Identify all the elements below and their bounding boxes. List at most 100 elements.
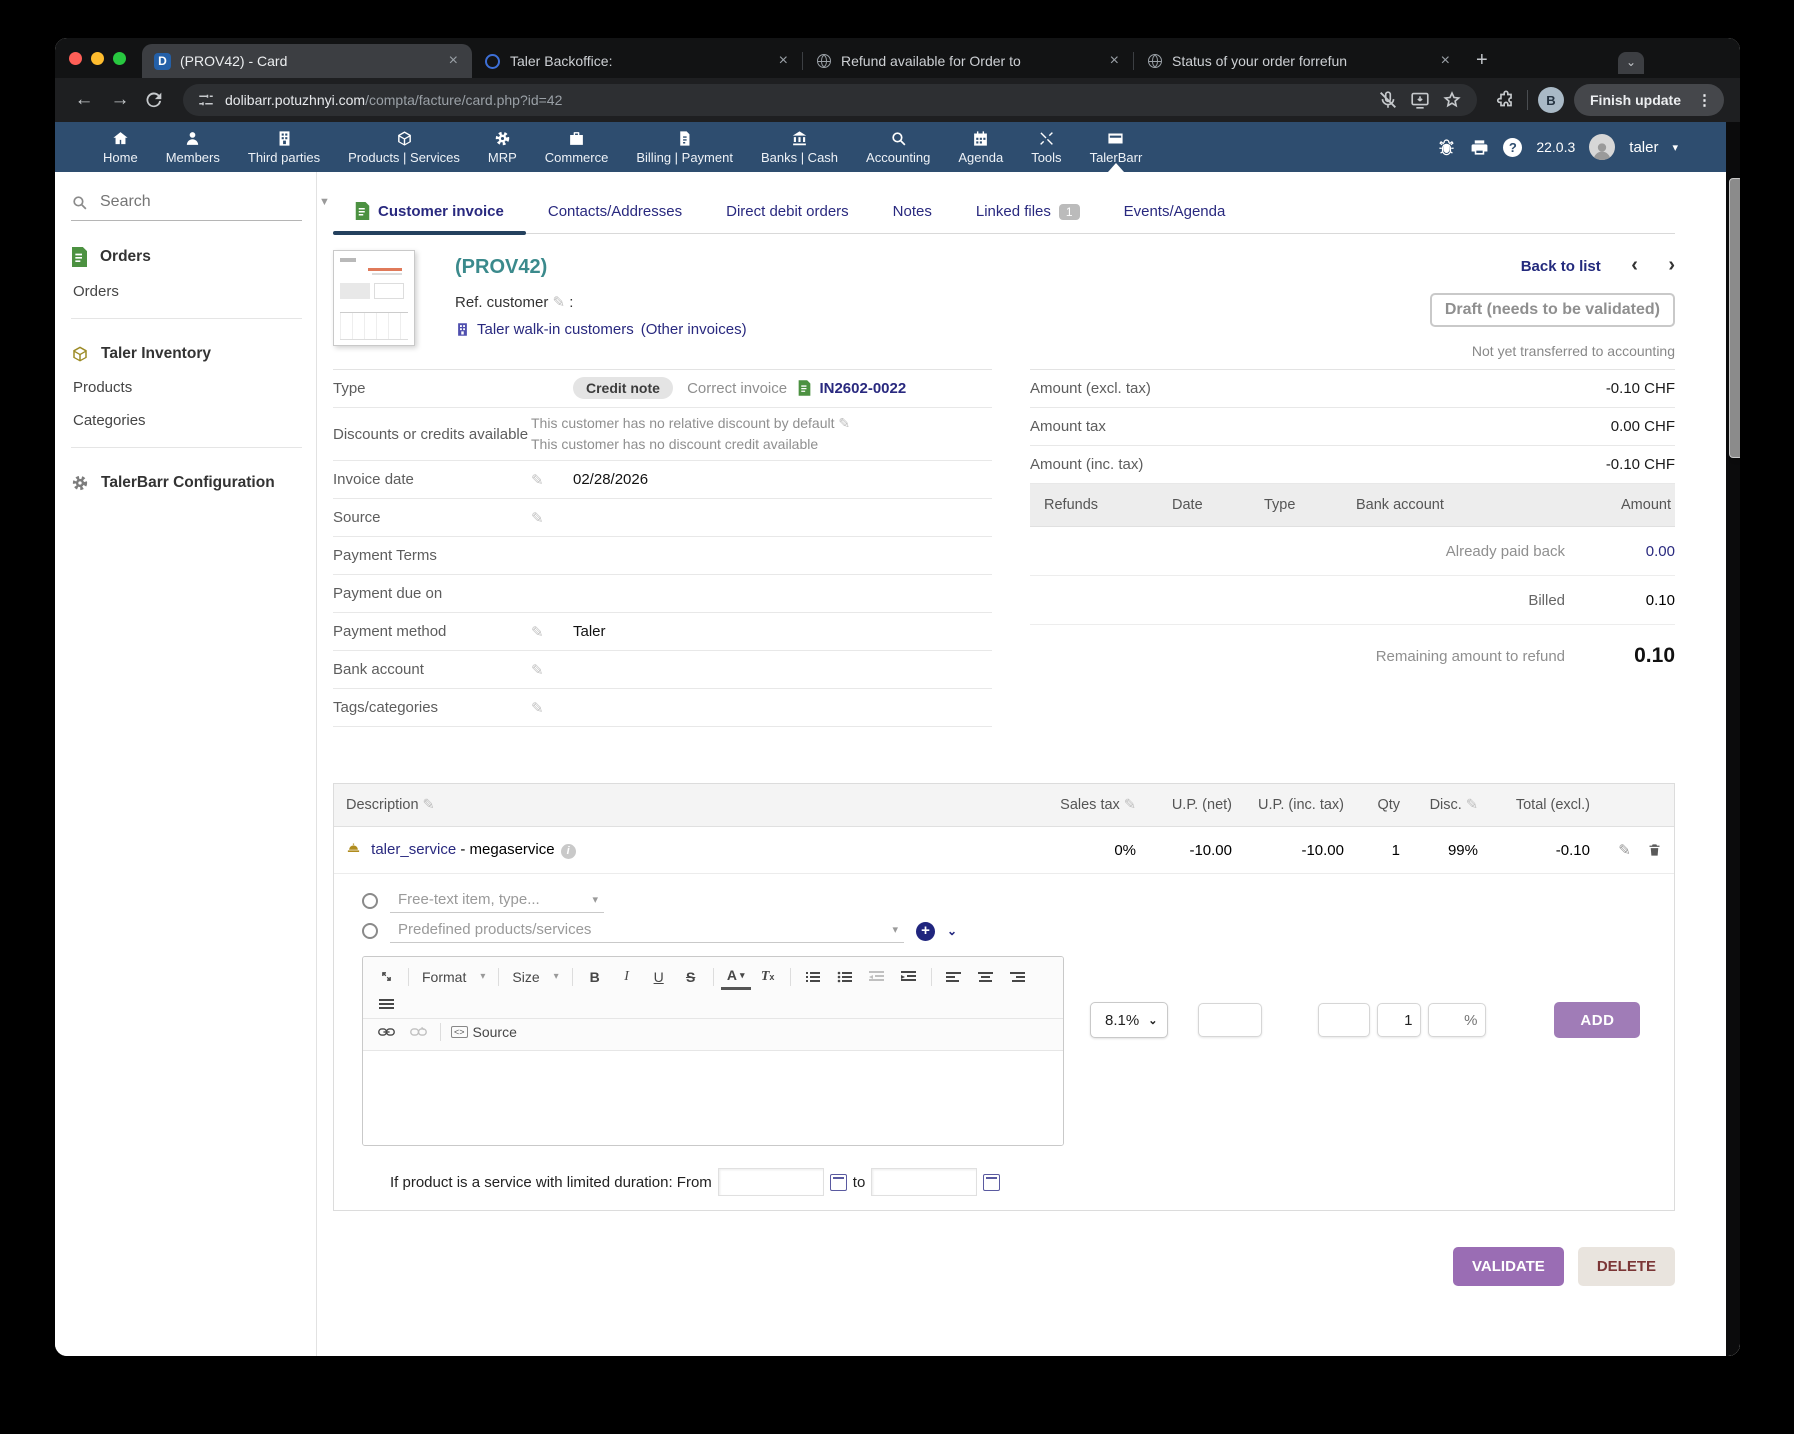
minimize-window-button[interactable]	[91, 52, 104, 65]
delete-line-trash-icon[interactable]	[1647, 842, 1662, 858]
user-menu-chevron-icon[interactable]: ▾	[1672, 141, 1678, 154]
editor-outdent-icon[interactable]	[862, 965, 892, 989]
sidebar-item-products[interactable]: Products	[73, 379, 302, 396]
editor-italic-button[interactable]: I	[612, 965, 642, 989]
edit-pencil-icon[interactable]: ✎	[1120, 797, 1136, 813]
editor-strikethrough-button[interactable]: S	[676, 965, 706, 989]
add-line-button[interactable]: ADD	[1554, 1002, 1640, 1038]
already-paid-value[interactable]: 0.00	[1565, 543, 1675, 560]
search-input[interactable]	[98, 192, 309, 212]
editor-align-center-icon[interactable]	[971, 965, 1001, 989]
editor-remove-format-button[interactable]: Tx	[753, 965, 783, 989]
other-invoices-link[interactable]: (Other invoices)	[641, 321, 747, 338]
tab-search-button[interactable]: ⌄	[1618, 52, 1644, 74]
product-link[interactable]: taler_service	[371, 841, 456, 858]
sidebar-search[interactable]: ▼	[71, 192, 302, 221]
editor-justify-icon[interactable]	[371, 992, 401, 1016]
finish-update-button[interactable]: Finish update ⋮	[1574, 84, 1724, 116]
sidebar-group-talerbarr-config[interactable]: TalerBarr Configuration	[71, 474, 302, 492]
reload-button[interactable]	[143, 89, 165, 111]
document-preview-thumbnail[interactable]	[333, 250, 415, 346]
edit-pencil-icon[interactable]: ✎	[531, 661, 573, 679]
tab-direct-debit-orders[interactable]: Direct debit orders	[704, 203, 871, 233]
maximize-window-button[interactable]	[113, 52, 126, 65]
close-tab-icon[interactable]: ×	[1108, 52, 1121, 70]
free-text-select[interactable]: Free-text item, type...▾	[390, 889, 604, 913]
nav-commerce[interactable]: Commerce	[531, 125, 623, 169]
info-icon[interactable]: i	[561, 844, 576, 859]
back-to-list-link[interactable]: Back to list	[1521, 258, 1601, 275]
scrollbar-thumb[interactable]	[1729, 178, 1740, 458]
editor-indent-icon[interactable]	[894, 965, 924, 989]
nav-accounting[interactable]: Accounting	[852, 125, 944, 169]
description-editor[interactable]: Format▾ Size▾ B I U S A▾ Tx	[362, 956, 1064, 1146]
editor-link-icon[interactable]	[371, 1020, 401, 1044]
edit-pencil-icon[interactable]: ✎	[835, 415, 851, 431]
unit-price-inc-input[interactable]	[1318, 1003, 1370, 1037]
close-tab-icon[interactable]: ×	[1439, 52, 1452, 70]
duration-to-input[interactable]	[871, 1168, 977, 1196]
edit-line-icon[interactable]: ✎	[1618, 842, 1631, 859]
validate-button[interactable]: VALIDATE	[1453, 1247, 1564, 1286]
editor-maximize-icon[interactable]	[371, 965, 401, 989]
edit-pencil-icon[interactable]: ✎	[1462, 797, 1478, 813]
forward-button[interactable]: →	[107, 89, 133, 111]
editor-size-select[interactable]: Size▾	[506, 969, 564, 985]
bookmark-star-icon[interactable]	[1441, 89, 1463, 111]
nav-billing-payment[interactable]: Billing | Payment	[622, 125, 747, 169]
edit-pencil-icon[interactable]: ✎	[553, 294, 570, 311]
customer-link[interactable]: Taler walk-in customers	[477, 321, 634, 338]
editor-align-left-icon[interactable]	[939, 965, 969, 989]
back-button[interactable]: ←	[71, 89, 97, 111]
previous-record-icon[interactable]: ‹	[1631, 254, 1638, 276]
edit-pencil-icon[interactable]: ✎	[531, 623, 573, 641]
user-name[interactable]: taler	[1629, 139, 1658, 156]
vat-rate-select[interactable]: 8.1%⌄	[1090, 1002, 1168, 1038]
discount-input[interactable]	[1428, 1003, 1486, 1037]
editor-source-button[interactable]: <>Source	[448, 1020, 520, 1044]
editor-format-select[interactable]: Format▾	[416, 969, 491, 985]
add-product-chevron-icon[interactable]: ⌄	[947, 924, 957, 938]
nav-banks-cash[interactable]: Banks | Cash	[747, 125, 852, 169]
nav-agenda[interactable]: Agenda	[944, 125, 1017, 169]
close-tab-icon[interactable]: ×	[447, 52, 460, 70]
nav-members[interactable]: Members	[152, 125, 234, 169]
site-settings-icon[interactable]	[197, 91, 215, 109]
editor-align-right-icon[interactable]	[1003, 965, 1033, 989]
editor-bullet-list-icon[interactable]	[830, 965, 860, 989]
editor-content-area[interactable]	[363, 1050, 1063, 1145]
edit-pencil-icon[interactable]: ✎	[531, 699, 573, 717]
browser-tab[interactable]: Status of your order forrefun ×	[1134, 44, 1464, 78]
nav-mrp[interactable]: MRP	[474, 125, 531, 169]
next-record-icon[interactable]: ›	[1668, 254, 1675, 276]
address-bar[interactable]: dolibarr.potuzhnyi.com/compta/facture/ca…	[183, 84, 1477, 116]
editor-ordered-list-icon[interactable]	[798, 965, 828, 989]
edit-pencil-icon[interactable]: ✎	[531, 509, 573, 527]
extensions-icon[interactable]	[1495, 89, 1517, 111]
browser-menu-icon[interactable]: ⋮	[1691, 91, 1718, 109]
duration-from-input[interactable]	[718, 1168, 824, 1196]
tab-customer-invoice[interactable]: Customer invoice	[333, 202, 526, 233]
free-text-radio[interactable]	[362, 893, 378, 909]
editor-unlink-icon[interactable]	[403, 1020, 433, 1044]
calendar-icon[interactable]	[983, 1174, 1000, 1191]
tab-events-agenda[interactable]: Events/Agenda	[1102, 203, 1248, 233]
sidebar-item-orders[interactable]: Orders	[73, 283, 302, 300]
browser-tab[interactable]: Taler Backoffice: ×	[472, 44, 802, 78]
profile-avatar[interactable]: B	[1538, 87, 1564, 113]
tab-linked-files[interactable]: Linked files1	[954, 203, 1102, 233]
browser-tab-active[interactable]: D (PROV42) - Card ×	[142, 44, 472, 78]
edit-pencil-icon[interactable]: ✎	[531, 471, 573, 489]
install-app-icon[interactable]	[1409, 89, 1431, 111]
nav-third-parties[interactable]: Third parties	[234, 125, 334, 169]
tab-notes[interactable]: Notes	[871, 203, 954, 233]
predefined-product-radio[interactable]	[362, 923, 378, 939]
nav-products-services[interactable]: Products | Services	[334, 125, 474, 169]
new-tab-button[interactable]: +	[1476, 49, 1488, 72]
correct-invoice-link[interactable]: IN2602-0022	[819, 380, 906, 397]
print-icon[interactable]	[1470, 138, 1489, 157]
editor-underline-button[interactable]: U	[644, 965, 674, 989]
predefined-product-select[interactable]: Predefined products/services▾	[390, 919, 904, 943]
editor-bold-button[interactable]: B	[580, 965, 610, 989]
nav-talerbarr[interactable]: TalerBarr	[1076, 125, 1157, 169]
